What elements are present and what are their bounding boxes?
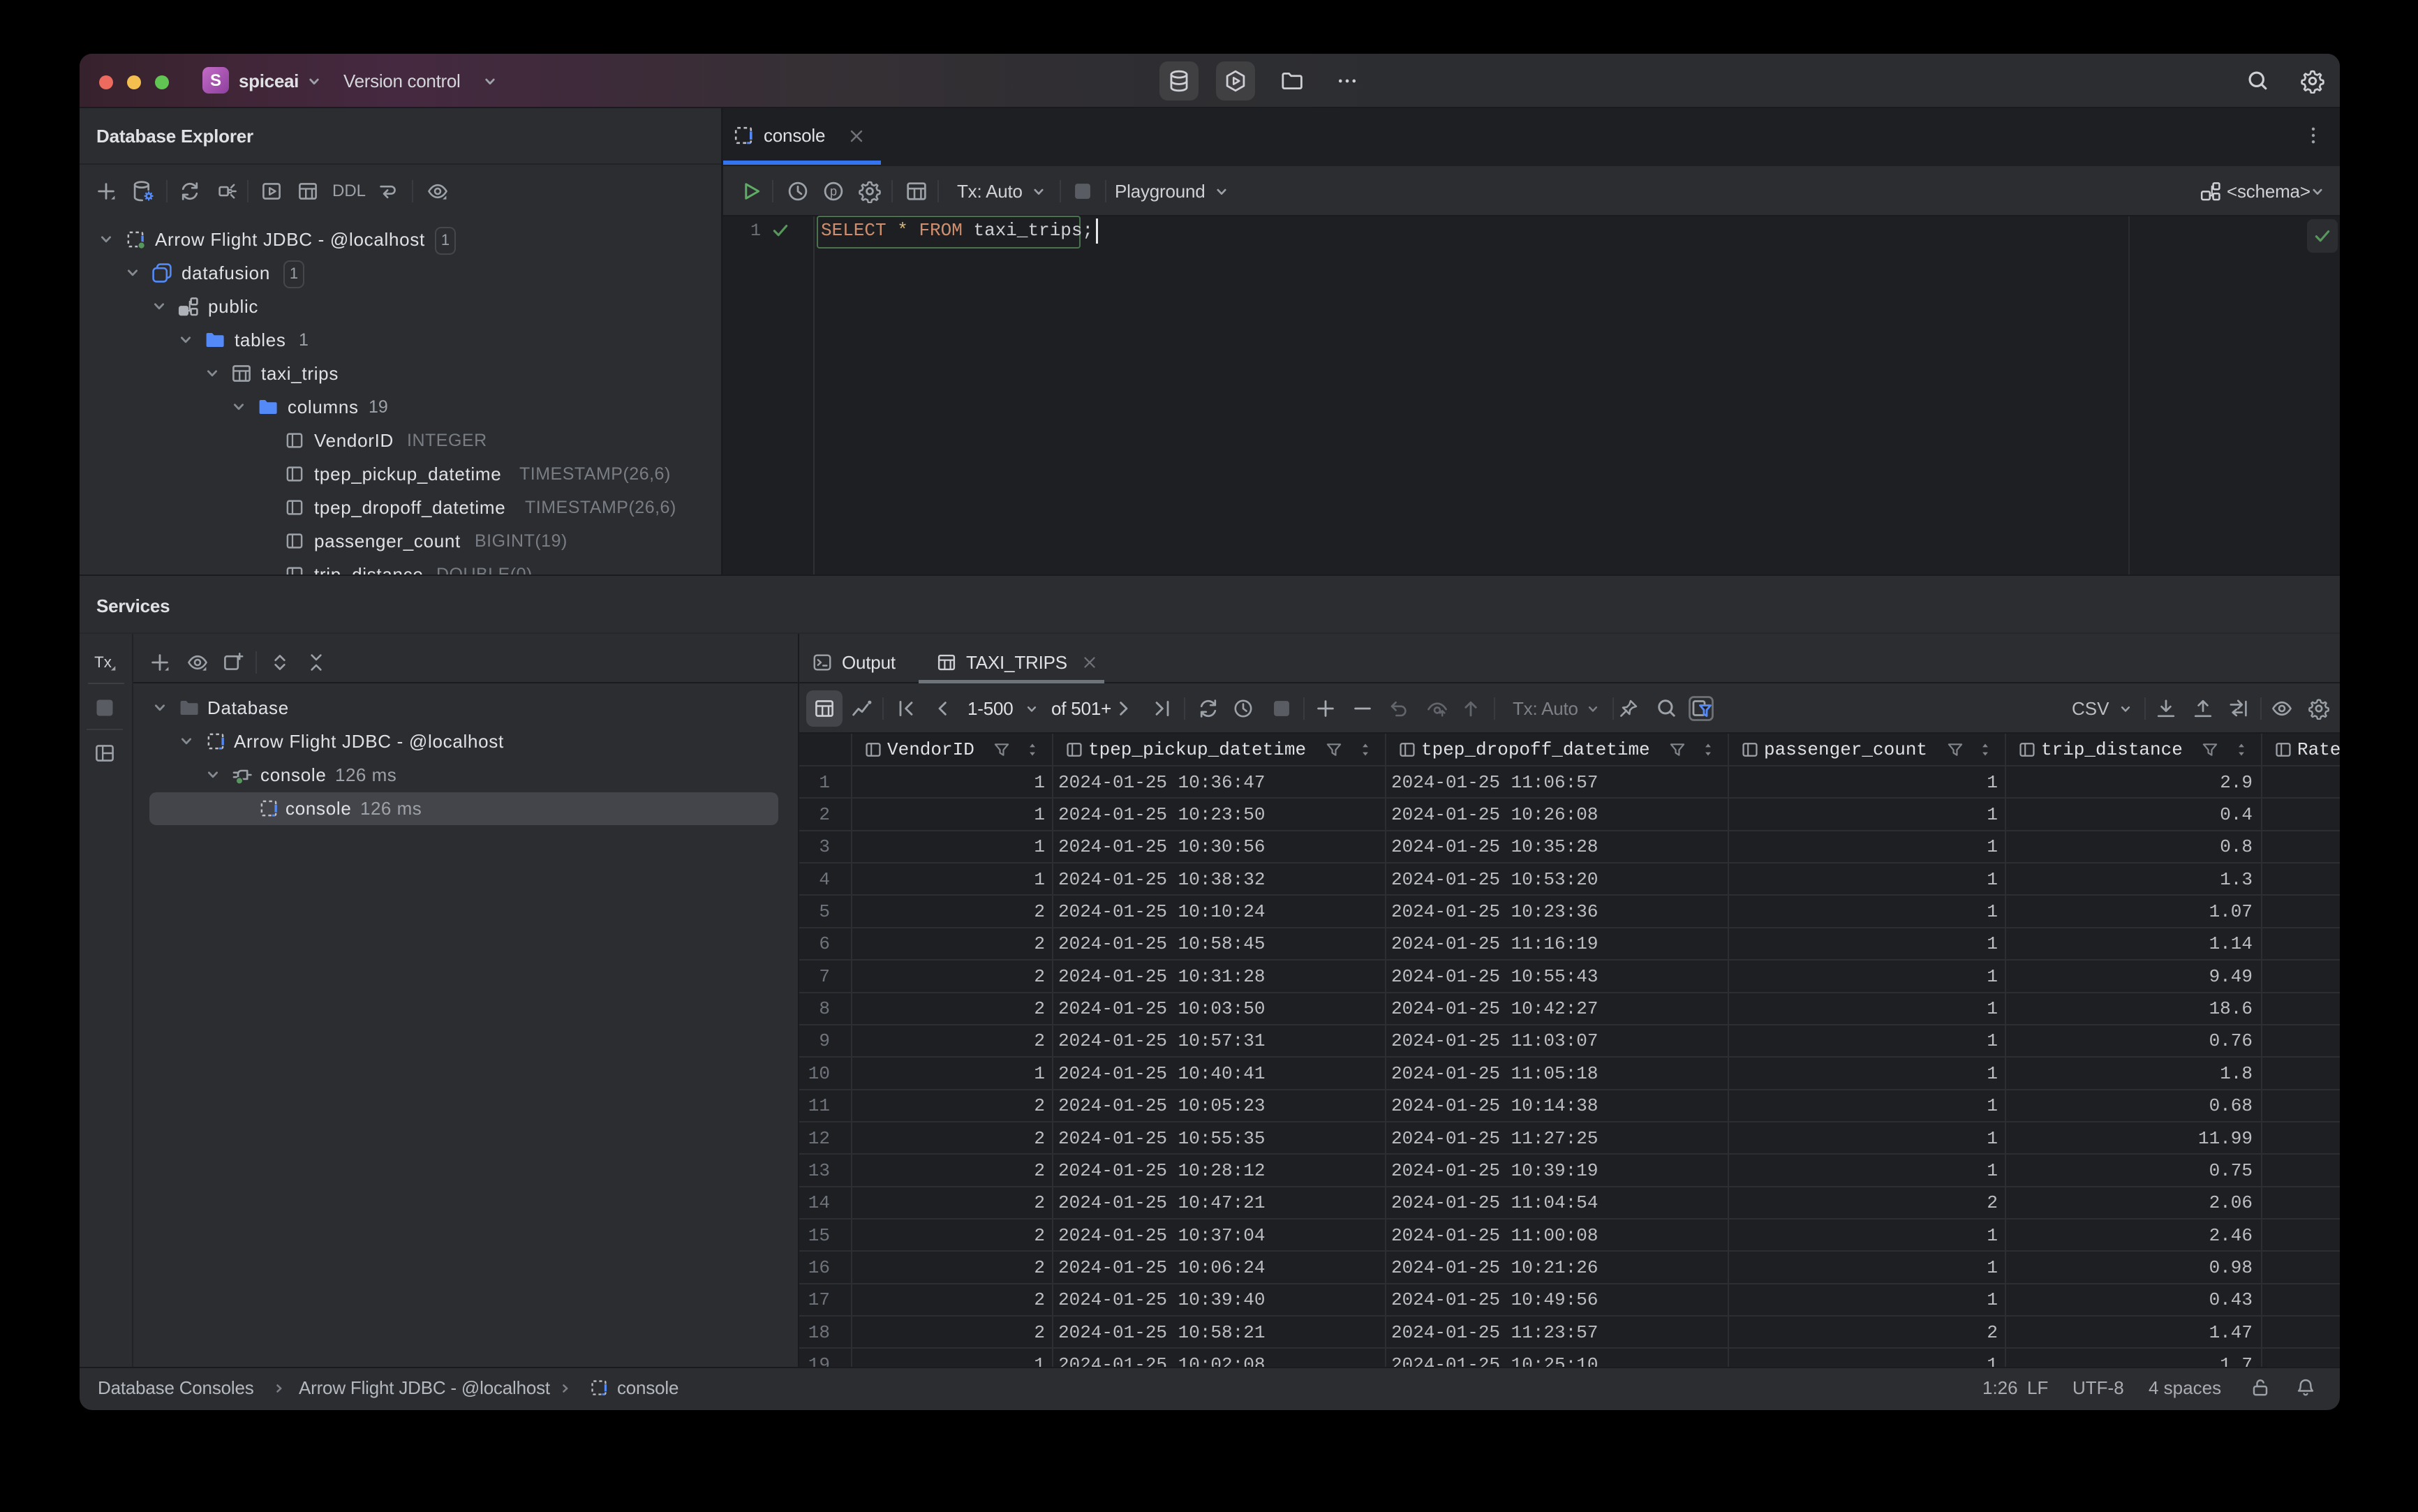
svg-text:Tx: Tx <box>94 653 112 671</box>
svg-text:p: p <box>830 184 837 198</box>
